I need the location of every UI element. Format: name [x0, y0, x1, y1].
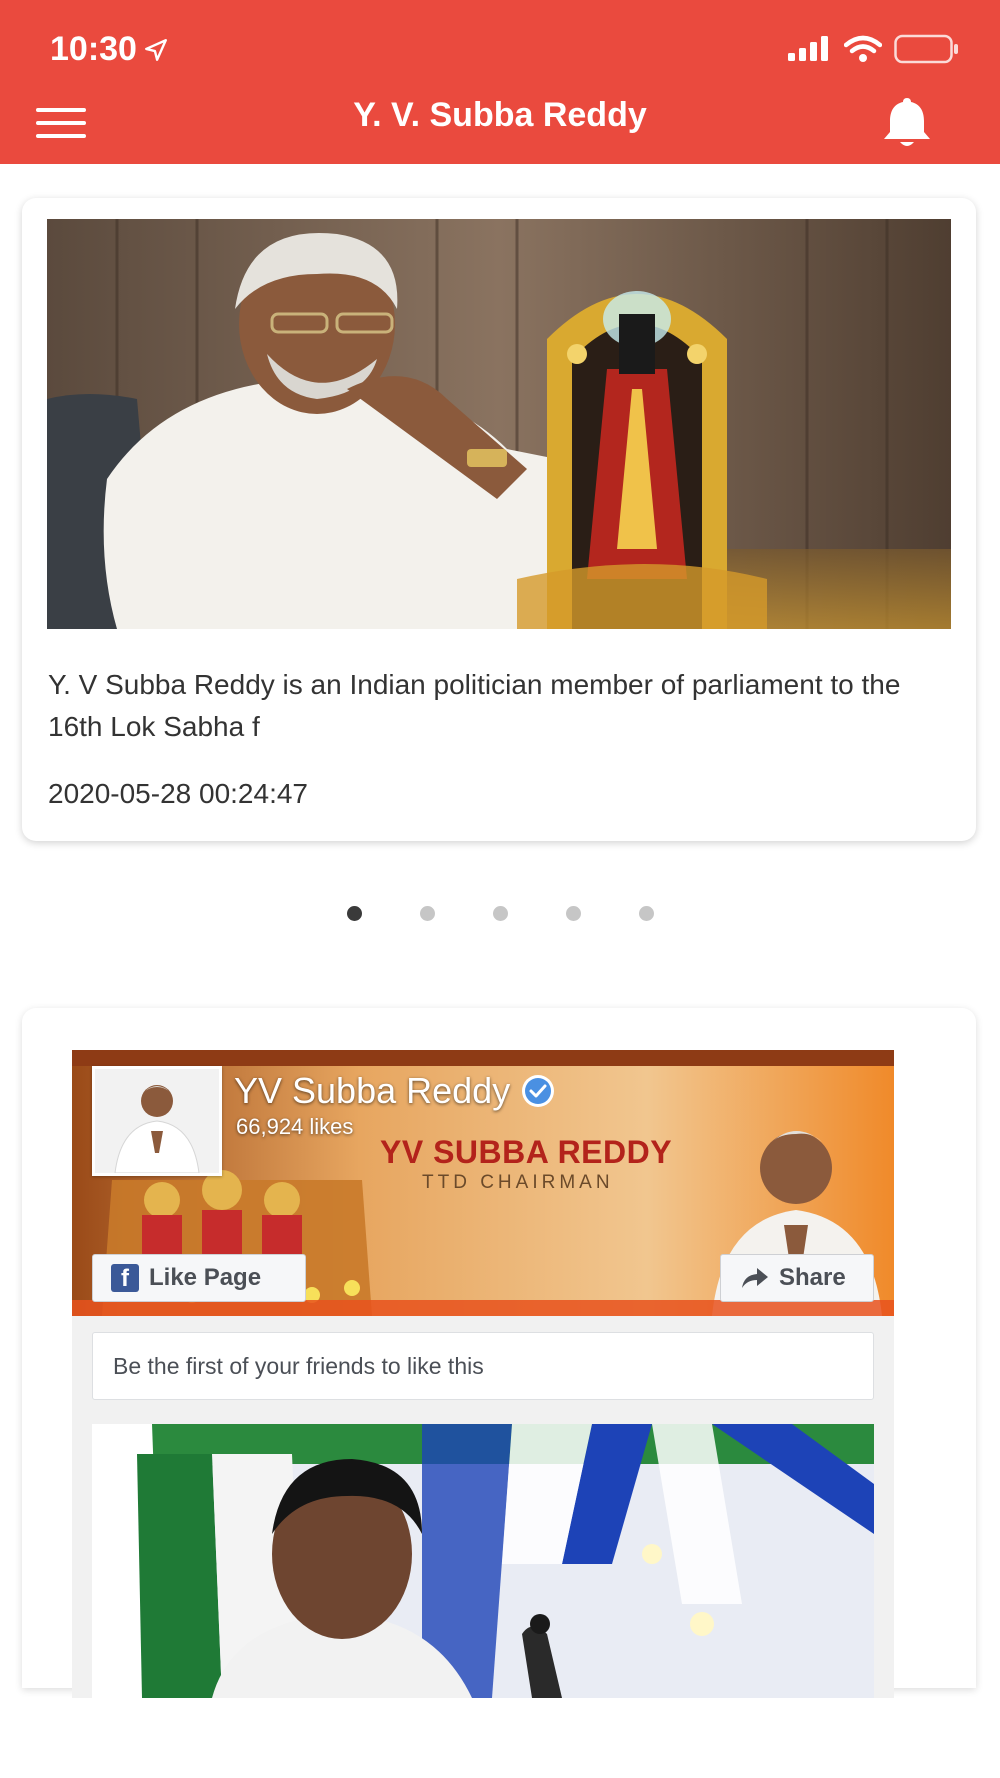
share-arrow-icon [742, 1268, 768, 1288]
banner-subtitle: TTD CHAIRMAN [422, 1172, 614, 1193]
location-arrow-icon [145, 38, 167, 61]
facebook-card: YV Subba Reddy 66,924 likes YV SUBBA RED… [22, 1008, 976, 1698]
news-card[interactable]: Y. V Subba Reddy is an Indian politician… [22, 198, 976, 841]
bell-icon[interactable] [878, 94, 936, 148]
facebook-cover: YV Subba Reddy 66,924 likes YV SUBBA RED… [72, 1050, 894, 1316]
carousel-dot[interactable] [346, 906, 362, 921]
carousel-pagination [0, 906, 1000, 921]
carousel-dot[interactable] [492, 906, 508, 921]
facebook-page-widget: YV Subba Reddy 66,924 likes YV SUBBA RED… [72, 1050, 894, 1698]
facebook-post-image[interactable] [92, 1424, 874, 1698]
battery-icon [894, 34, 958, 64]
facebook-page-name-text[interactable]: YV Subba Reddy [234, 1070, 510, 1112]
share-label: Share [779, 1264, 846, 1291]
status-icons [788, 34, 960, 64]
like-page-button[interactable]: f Like Page [92, 1254, 306, 1302]
carousel-dot[interactable] [638, 906, 654, 921]
cellular-signal-icon [788, 36, 828, 61]
carousel-dot[interactable] [419, 906, 435, 921]
share-button[interactable]: Share [720, 1254, 874, 1302]
like-page-label: Like Page [149, 1264, 262, 1291]
facebook-page-name[interactable]: YV Subba Reddy [234, 1070, 556, 1112]
page-title: Y. V. Subba Reddy [353, 96, 647, 134]
wifi-icon [844, 35, 882, 62]
status-time-text: 10:30 [50, 30, 137, 68]
news-image [47, 219, 951, 629]
verified-badge-icon [522, 1075, 555, 1107]
carousel-dot[interactable] [565, 906, 581, 921]
facebook-logo-icon: f [111, 1264, 139, 1292]
status-time: 10:30 [50, 30, 169, 69]
news-timestamp: 2020-05-28 00:24:47 [48, 778, 308, 809]
facebook-likes-count: 66,924 likes [236, 1114, 354, 1139]
app-header: 10:30 Y. V. Subba Reddy [0, 0, 1000, 164]
news-description: Y. V Subba Reddy is an Indian politician… [48, 669, 901, 742]
banner-title: YV SUBBA REDDY [380, 1134, 673, 1170]
facebook-page-avatar[interactable] [92, 1066, 222, 1176]
friends-like-text: Be the first of your friends to like thi… [92, 1332, 874, 1400]
